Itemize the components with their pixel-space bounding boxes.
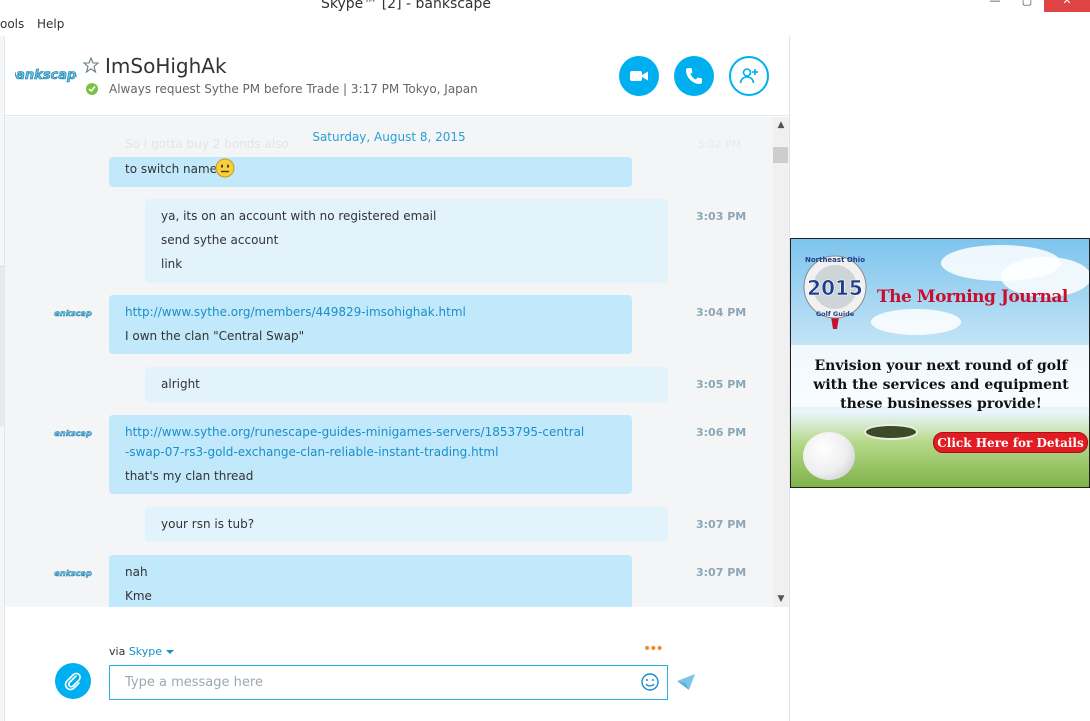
message-text: Kme [125,589,152,603]
conversation-header: bankscape ImSoHighAk Always request Syth… [5,36,789,116]
scrollbar-thumb[interactable] [773,147,788,163]
video-camera-icon [630,71,648,81]
contact-avatar-text: bankscape [15,68,77,83]
sender-avatar-text: bankscape [54,429,92,438]
close-button[interactable]: ✕ [1044,0,1090,12]
menu-help[interactable]: Help [37,17,64,31]
golf-guide-badge: Northeast Ohio 2015 Golf Guide [803,255,867,329]
ad-headline-line: these businesses provide! [840,396,1042,412]
message-time: 3:07 PM [696,518,747,531]
advertisement-banner[interactable]: Northeast Ohio 2015 Golf Guide The Morni… [790,238,1090,488]
phone-icon [686,68,702,84]
message-text: ya, its on an account with no registered… [161,209,437,223]
message-text: nah [125,565,148,579]
message-time: 3:07 PM [696,566,747,579]
message-link[interactable]: http://www.sythe.org/members/449829-imso… [125,305,466,319]
send-message-icon[interactable] [676,673,696,691]
ad-cta-button[interactable]: Click Here for Details [933,432,1088,453]
message-bubble-incoming[interactable]: to switch name [109,157,632,187]
scroll-up-arrow-icon[interactable]: ▲ [773,117,789,133]
date-separator: Saturday, August 8, 2015 [312,130,466,144]
message-text: send sythe account [161,233,279,247]
via-label: via [109,645,126,658]
menu-tools[interactable]: ools [0,17,24,31]
ad-brand: The Morning Journal [877,287,1068,307]
message-text: I own the clan "Central Swap" [125,329,305,343]
message-time: 3:05 PM [696,378,747,391]
scroll-down-arrow-icon[interactable]: ▼ [773,591,789,607]
message-bubble-outgoing[interactable]: your rsn is tub? [145,507,668,542]
sender-avatar[interactable]: bankscape [54,304,92,320]
contact-avatar[interactable]: bankscape [15,60,77,86]
message-bubble-incoming[interactable]: nah Kme [109,555,632,607]
paperclip-icon [64,672,81,691]
message-link[interactable]: -swap-07-rs3-gold-exchange-clan-reliable… [125,445,498,459]
message-time: 3:03 PM [696,210,747,223]
add-person-icon [739,68,758,84]
favorite-star-icon[interactable] [83,57,99,73]
ad-headline-line: with the services and equipment [813,377,1069,393]
message-bubble-incoming[interactable]: http://www.sythe.org/runescape-guides-mi… [109,415,632,494]
ad-cloud [871,309,961,335]
voice-call-button[interactable] [674,56,714,96]
via-selector[interactable]: via Skype [109,645,174,658]
message-text: to switch name [125,162,218,176]
add-people-button[interactable] [729,56,769,96]
conversation-history[interactable]: So I gotta buy 2 bonds also 3:02 PM Satu… [5,117,773,607]
message-text: link [161,257,183,271]
conversation-scrollbar[interactable]: ▲ ▼ [773,117,789,607]
golf-hole-image [864,424,918,440]
ad-headline: Envision your next round of golf with th… [791,357,1089,414]
worried-smiley-icon [215,158,235,178]
mood-message: Always request Sythe PM before Trade | 3… [109,82,478,96]
sender-avatar-text: bankscape [54,569,92,578]
maximize-button[interactable]: ▢ [1017,0,1037,12]
sender-avatar-text: bankscape [54,309,92,318]
chevron-down-icon[interactable] [165,649,174,655]
message-bubble-outgoing[interactable]: alright [145,367,668,402]
message-link[interactable]: http://www.sythe.org/runescape-guides-mi… [125,425,584,439]
sender-avatar[interactable]: bankscape [54,564,92,580]
skype-window: Skype™ [2] - bankscape — ▢ ✕ ools Help b… [0,0,1090,721]
message-bubble-outgoing[interactable]: ya, its on an account with no registered… [145,199,668,283]
message-text: that's my clan thread [125,469,254,483]
contact-name[interactable]: ImSoHighAk [105,54,227,78]
badge-year: 2015 [807,276,863,300]
golf-ball-image [803,432,855,480]
window-title: Skype™ [2] - bankscape [320,0,492,12]
badge-region: Northeast Ohio [805,256,865,264]
attach-file-button[interactable] [55,663,91,699]
message-text: alright [161,377,200,391]
more-options-icon[interactable]: ••• [643,641,664,657]
ad-headline-line: Envision your next round of golf [814,358,1068,374]
message-time: 3:06 PM [696,426,747,439]
message-text: your rsn is tub? [161,517,255,531]
menu-bar: ools Help [0,15,1090,35]
badge-guide: Golf Guide [816,310,855,318]
message-time: 3:04 PM [696,306,747,319]
message-bubble-incoming[interactable]: http://www.sythe.org/members/449829-imso… [109,295,632,354]
sender-avatar[interactable]: bankscape [54,424,92,440]
emoticon-icon[interactable] [640,672,660,692]
online-status-icon [86,83,98,95]
message-input[interactable] [109,665,668,700]
via-service[interactable]: Skype [129,645,162,658]
title-bar: Skype™ [2] - bankscape — ▢ ✕ [0,0,1090,13]
minimize-button[interactable]: — [982,0,1008,12]
video-call-button[interactable] [619,56,659,96]
